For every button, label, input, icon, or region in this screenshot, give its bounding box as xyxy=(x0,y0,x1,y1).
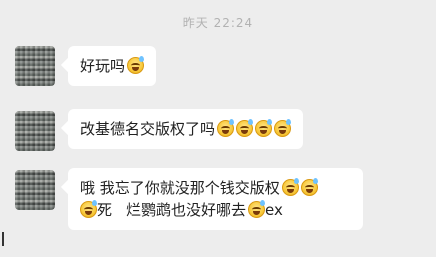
avatar[interactable] xyxy=(15,170,55,210)
grinning-sweat-emoji-icon xyxy=(248,200,266,218)
message-text: ex xyxy=(265,201,283,219)
chat-timestamp: 昨天 22:24 xyxy=(182,16,254,30)
message-text: 改基德名交版权了吗 xyxy=(80,120,216,138)
message-bubble[interactable]: 好玩吗 xyxy=(68,46,157,86)
message-bubble[interactable]: 改基德名交版权了吗 xyxy=(68,109,304,149)
text-cursor xyxy=(2,232,4,246)
message-bubble[interactable]: 哦 我忘了你就没那个钱交版权 死烂鹦鹉也没好哪去 ex xyxy=(68,168,363,230)
avatar[interactable] xyxy=(15,111,55,151)
avatar[interactable] xyxy=(15,46,55,86)
grinning-sweat-emoji-icon xyxy=(300,178,318,196)
grinning-sweat-emoji-icon xyxy=(255,119,273,137)
grinning-sweat-emoji-icon xyxy=(274,119,292,137)
grinning-sweat-emoji-icon xyxy=(236,119,254,137)
message-text: 好玩吗 xyxy=(80,57,126,75)
grinning-sweat-emoji-icon xyxy=(281,178,299,196)
grinning-sweat-emoji-icon xyxy=(80,200,97,218)
message-text: 烂鹦鹉也没好哪去 xyxy=(126,201,247,219)
grinning-sweat-emoji-icon xyxy=(217,119,235,137)
grinning-sweat-emoji-icon xyxy=(127,56,145,74)
message-text: 哦 我忘了你就没那个钱交版权 xyxy=(80,179,280,197)
message-text: 死 xyxy=(97,201,113,219)
